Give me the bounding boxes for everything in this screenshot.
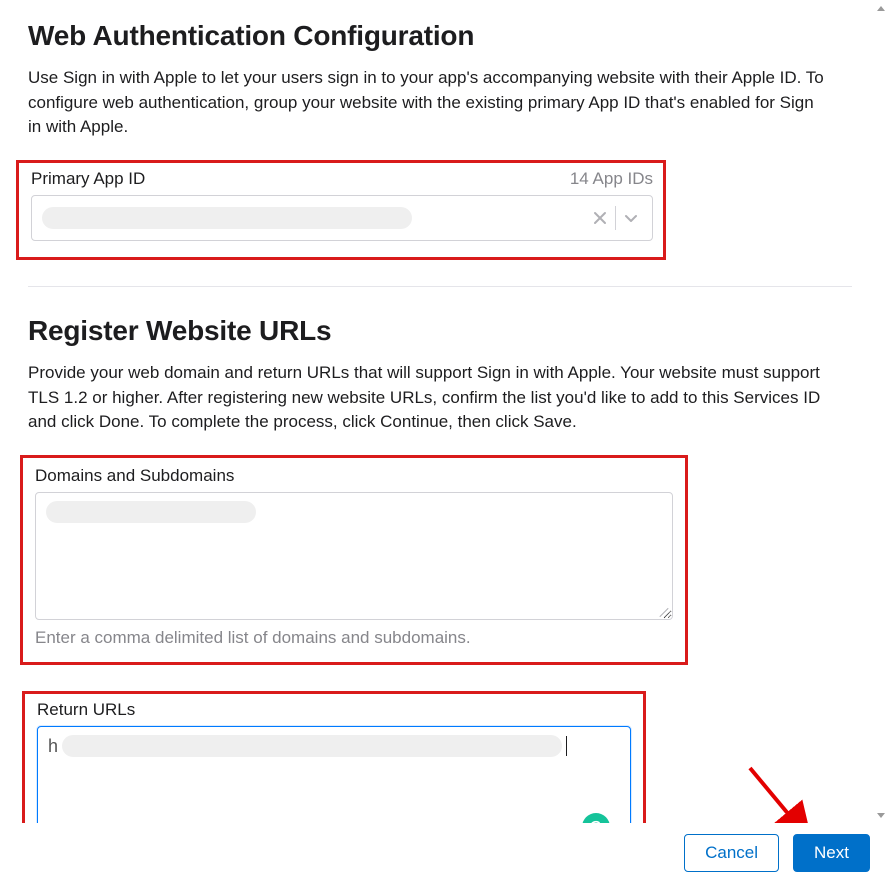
domains-helper: Enter a comma delimited list of domains … xyxy=(35,628,673,648)
cancel-button[interactable]: Cancel xyxy=(684,834,779,872)
next-button[interactable]: Next xyxy=(793,834,870,872)
register-urls-description: Provide your web domain and return URLs … xyxy=(28,361,828,435)
content: Web Authentication Configuration Use Sig… xyxy=(0,0,880,824)
return-urls-label: Return URLs xyxy=(37,700,631,720)
dialog-footer: Cancel Next xyxy=(0,823,890,883)
domains-label: Domains and Subdomains xyxy=(35,466,673,486)
modal-viewport: Web Authentication Configuration Use Sig… xyxy=(0,0,890,883)
register-urls-heading: Register Website URLs xyxy=(28,315,852,347)
scroll-area[interactable]: Web Authentication Configuration Use Sig… xyxy=(0,0,880,824)
domains-value-redacted xyxy=(46,501,256,523)
primary-app-id-label: Primary App ID xyxy=(31,169,145,189)
scroll-down-icon[interactable] xyxy=(872,806,890,824)
scroll-up-icon[interactable] xyxy=(872,0,890,18)
domains-highlight: Domains and Subdomains Enter a comma del… xyxy=(20,455,688,665)
return-urls-textarea[interactable]: h xyxy=(37,726,631,824)
web-auth-description: Use Sign in with Apple to let your users… xyxy=(28,66,828,140)
divider xyxy=(28,286,852,287)
chevron-down-icon[interactable] xyxy=(616,203,646,233)
primary-app-id-count: 14 App IDs xyxy=(570,169,653,189)
caret-end xyxy=(566,736,567,756)
primary-app-id-value-redacted xyxy=(42,207,412,229)
caret: h xyxy=(48,736,58,756)
return-urls-value-redacted xyxy=(62,735,562,757)
primary-app-id-highlight: Primary App ID 14 App IDs xyxy=(16,160,666,260)
domains-textarea[interactable] xyxy=(35,492,673,620)
resize-handle[interactable] xyxy=(656,603,670,617)
clear-icon[interactable] xyxy=(585,203,615,233)
primary-app-id-select[interactable] xyxy=(31,195,653,241)
return-urls-highlight: Return URLs h Enter a comma delimited li… xyxy=(22,691,646,824)
web-auth-heading: Web Authentication Configuration xyxy=(28,20,852,52)
